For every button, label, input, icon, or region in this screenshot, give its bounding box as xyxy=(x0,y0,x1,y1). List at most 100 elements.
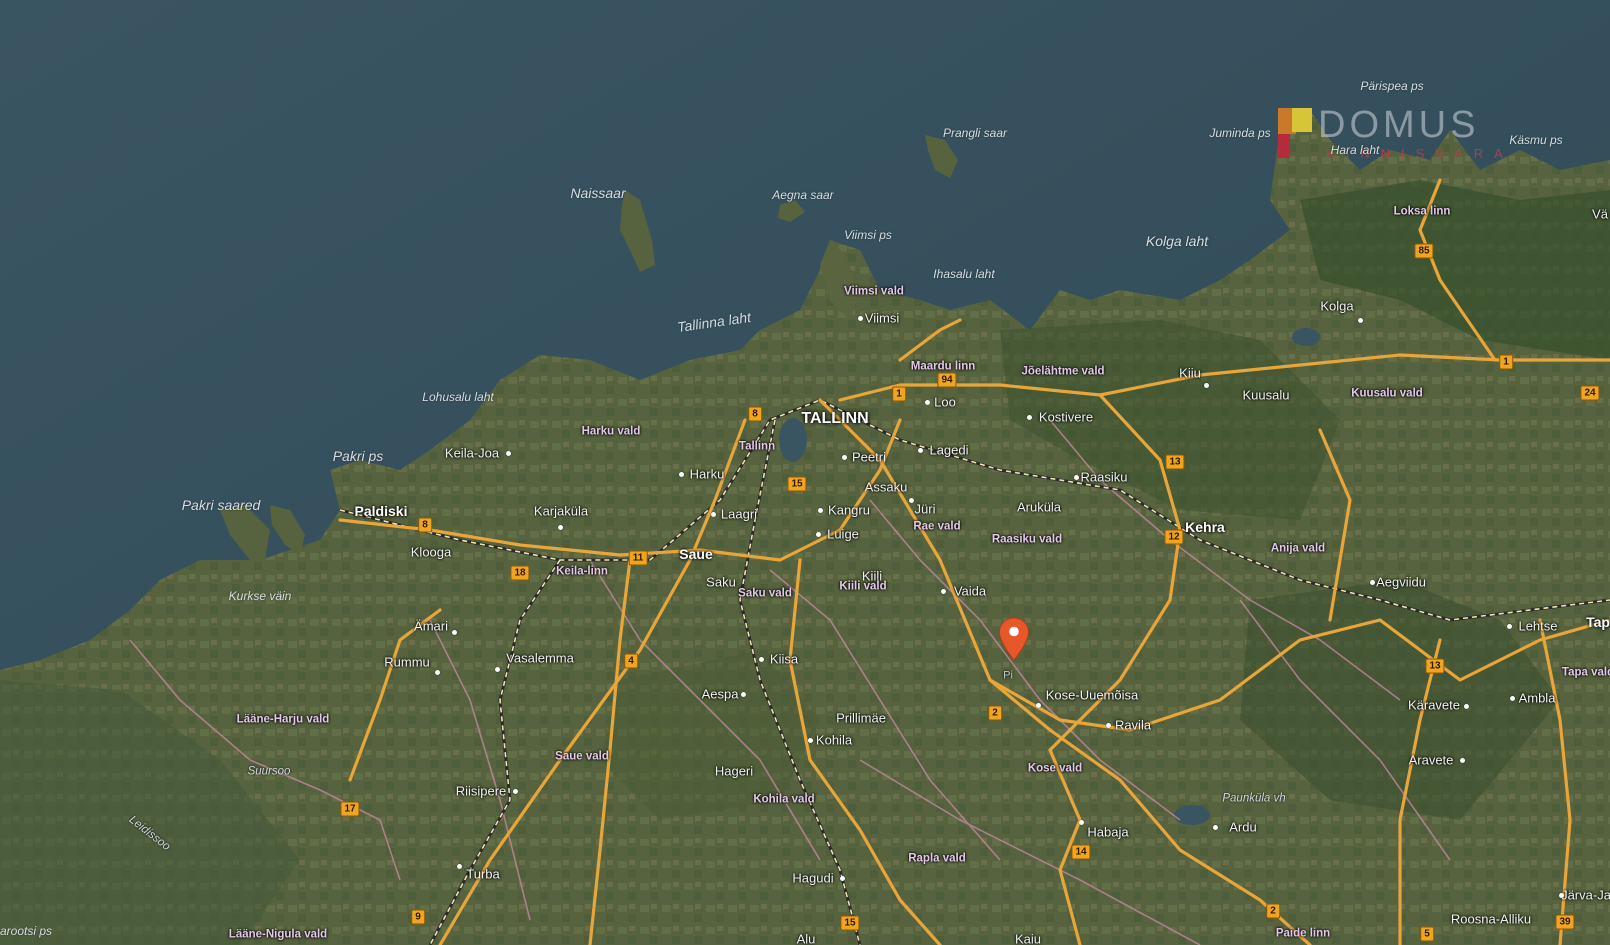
label-paide-linn[interactable]: Paide linn xyxy=(1276,928,1330,940)
label-saue-vald[interactable]: Saue vald xyxy=(555,751,609,763)
label-assaku[interactable]: Assaku xyxy=(865,481,908,494)
label-paldiski[interactable]: Paldiski xyxy=(355,504,408,518)
label-kangru[interactable]: Kangru xyxy=(828,504,870,517)
label-saku-vald[interactable]: Saku vald xyxy=(738,588,792,600)
label-kasmu-ps: Käsmu ps xyxy=(1509,133,1563,147)
label-prillimae[interactable]: Prillimäe xyxy=(836,712,886,725)
label-vasalemma[interactable]: Vasalemma xyxy=(506,652,574,665)
label-kehra[interactable]: Kehra xyxy=(1185,520,1225,534)
label-loksa-linn[interactable]: Loksa linn xyxy=(1394,206,1451,218)
label-laane-nigula-vald[interactable]: Lääne-Nigula vald xyxy=(229,929,327,941)
road-shield: 18 xyxy=(510,565,530,581)
logo-square-yellow xyxy=(1292,108,1312,132)
label-rummu[interactable]: Rummu xyxy=(384,656,430,669)
label-arukula[interactable]: Aruküla xyxy=(1017,501,1061,514)
label-habaja[interactable]: Habaja xyxy=(1087,826,1128,839)
road-shield: 85 xyxy=(1414,243,1434,259)
place-dot xyxy=(917,447,923,453)
label-viimsi-vald[interactable]: Viimsi vald xyxy=(844,286,904,298)
label-peetri[interactable]: Peetri xyxy=(852,451,886,464)
label-saku[interactable]: Saku xyxy=(706,576,736,589)
label-karavete[interactable]: Käravete xyxy=(1408,699,1460,712)
road-shield: 5 xyxy=(1420,926,1434,942)
label-klooga[interactable]: Klooga xyxy=(411,546,451,559)
label-kiiu[interactable]: Kiiu xyxy=(1179,367,1201,380)
label-kose-uuemoisa[interactable]: Kose-Uuemõisa xyxy=(1046,689,1139,702)
label-amari[interactable]: Ämari xyxy=(414,620,448,633)
label-keila-linn[interactable]: Keila-linn xyxy=(556,566,608,578)
label-rapla-vald[interactable]: Rapla vald xyxy=(908,853,966,865)
label-aegviidu[interactable]: Aegviidu xyxy=(1376,576,1426,589)
label-laagri[interactable]: Laagri xyxy=(721,508,757,521)
label-vaida[interactable]: Vaida xyxy=(954,585,986,598)
place-dot xyxy=(557,524,563,530)
label-hageri[interactable]: Hageri xyxy=(715,765,753,778)
label-roosna-alliku[interactable]: Roosna-Alliku xyxy=(1451,913,1531,926)
label-alu[interactable]: Alu xyxy=(797,933,816,945)
label-hagudi[interactable]: Hagudi xyxy=(792,872,833,885)
label-luige[interactable]: Luige xyxy=(827,528,859,541)
label-kolga[interactable]: Kolga xyxy=(1320,300,1353,313)
road-shield: 4 xyxy=(624,653,638,669)
label-anija-vald[interactable]: Anija vald xyxy=(1271,543,1325,555)
place-dot xyxy=(857,315,863,321)
label-pi[interactable]: Pi xyxy=(1003,670,1013,682)
label-kohila[interactable]: Kohila xyxy=(816,734,852,747)
place-dot xyxy=(456,863,462,869)
map-canvas[interactable]: DOMUS KINNISVARA Naissaar Aegna saar Pra… xyxy=(0,0,1610,945)
label-harku-vald[interactable]: Harku vald xyxy=(582,426,641,438)
label-kuusalu-vald[interactable]: Kuusalu vald xyxy=(1351,388,1423,400)
label-riisipere[interactable]: Riisipere xyxy=(456,785,507,798)
label-saue[interactable]: Saue xyxy=(679,547,712,561)
label-lagedi[interactable]: Lagedi xyxy=(929,444,968,457)
label-raasiku[interactable]: Raasiku xyxy=(1081,471,1128,484)
label-raasiku-vald[interactable]: Raasiku vald xyxy=(992,534,1062,546)
place-dot xyxy=(1212,824,1218,830)
label-arootsi-ps: arootsi ps xyxy=(0,924,53,938)
road-shield: 13 xyxy=(1165,454,1185,470)
label-kose-vald[interactable]: Kose vald xyxy=(1028,763,1082,775)
location-pin-icon[interactable] xyxy=(998,617,1030,661)
label-ardu[interactable]: Ardu xyxy=(1229,821,1256,834)
label-aravete[interactable]: Aravete xyxy=(1409,754,1454,767)
label-lehtse[interactable]: Lehtse xyxy=(1518,620,1557,633)
place-dot xyxy=(817,507,823,513)
label-kuusalu[interactable]: Kuusalu xyxy=(1243,389,1290,402)
label-kiili-vald[interactable]: Kiili vald xyxy=(839,581,886,593)
place-dot xyxy=(940,588,946,594)
label-juri[interactable]: Jüri xyxy=(915,503,936,516)
place-dot xyxy=(758,656,764,662)
label-viimsi[interactable]: Viimsi xyxy=(865,312,899,325)
label-kiisa[interactable]: Kiisa xyxy=(770,653,798,666)
label-jarva-ja[interactable]: Järva-Ja xyxy=(1561,889,1610,902)
road-shield: 14 xyxy=(1071,844,1091,860)
label-tallinn[interactable]: TALLINN xyxy=(801,411,868,427)
label-kostivere[interactable]: Kostivere xyxy=(1039,411,1093,424)
label-ravila[interactable]: Ravila xyxy=(1115,719,1151,732)
label-keila-joa[interactable]: Keila-Joa xyxy=(445,447,499,460)
label-harku[interactable]: Harku xyxy=(690,468,725,481)
label-va-edge[interactable]: Vä xyxy=(1592,208,1608,221)
road-shield: 8 xyxy=(418,517,432,533)
label-maardu-linn[interactable]: Maardu linn xyxy=(911,361,976,373)
label-prangli-saar: Prangli saar xyxy=(942,126,1008,140)
place-dot xyxy=(434,669,440,675)
label-joelahtme-vald[interactable]: Jõelähtme vald xyxy=(1021,366,1104,378)
label-loo[interactable]: Loo xyxy=(934,396,956,409)
label-tap[interactable]: Tap xyxy=(1586,615,1610,629)
label-kurkse-vain: Kurkse väin xyxy=(228,589,292,603)
label-kohila-vald[interactable]: Kohila vald xyxy=(753,794,814,806)
label-tallinn-area[interactable]: Tallinn xyxy=(739,441,775,453)
label-aespa[interactable]: Aespa xyxy=(702,688,739,701)
label-rae-vald[interactable]: Rae vald xyxy=(913,521,960,533)
label-tapa-vald[interactable]: Tapa vald xyxy=(1562,667,1610,679)
label-kaiu[interactable]: Kaiu xyxy=(1015,933,1041,945)
place-dot xyxy=(1558,892,1564,898)
label-laane-harju-vald[interactable]: Lääne-Harju vald xyxy=(237,714,330,726)
place-dot xyxy=(740,691,746,697)
label-turba[interactable]: Turba xyxy=(466,868,499,881)
label-karjakula[interactable]: Karjaküla xyxy=(534,505,588,518)
place-dot xyxy=(1463,703,1469,709)
label-ambla[interactable]: Ambla xyxy=(1519,692,1556,705)
road-shield: 8 xyxy=(748,406,762,422)
